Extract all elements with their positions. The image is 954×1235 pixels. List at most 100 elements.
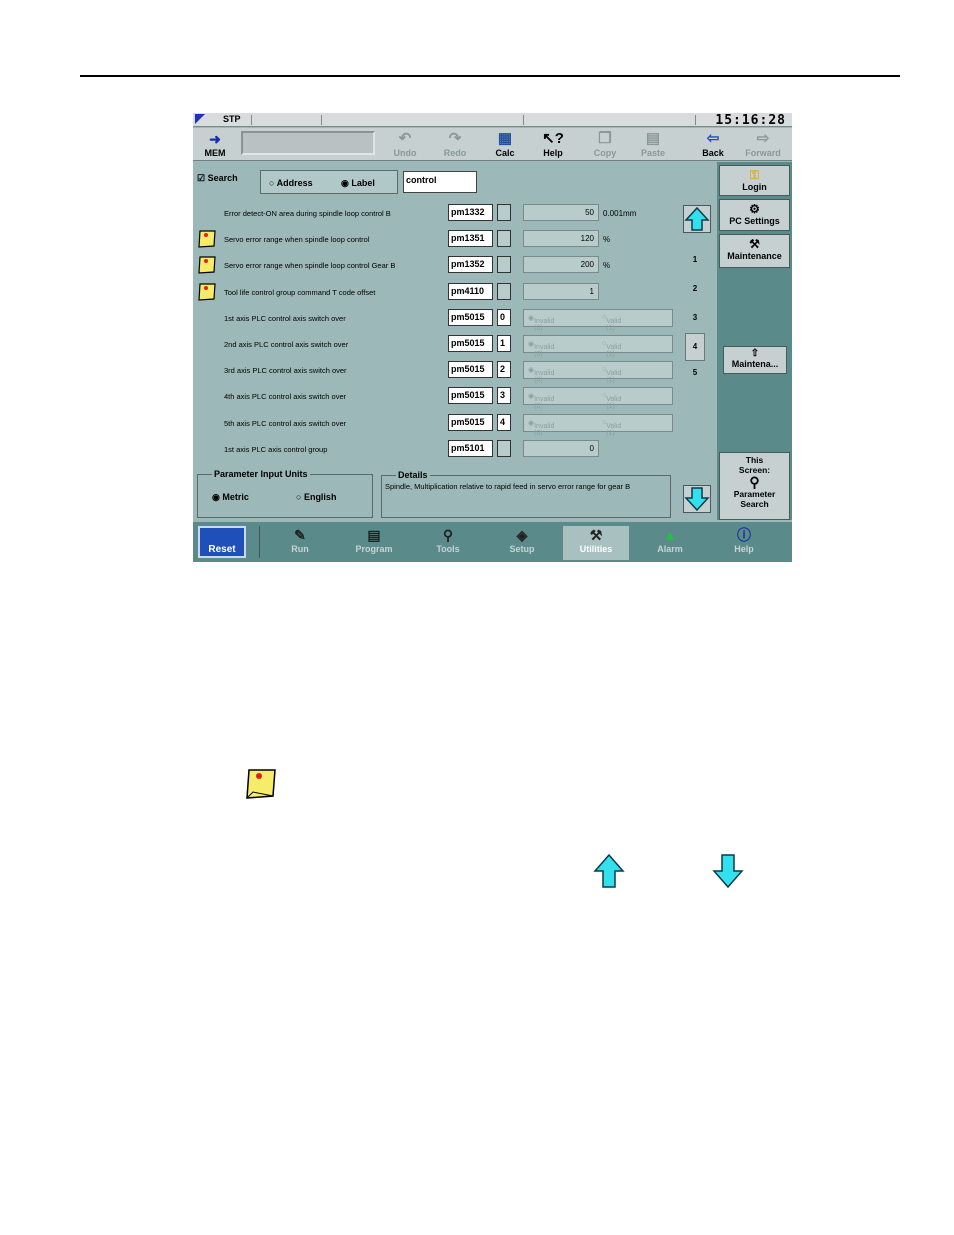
search-checkbox[interactable]: ☑ Search (197, 173, 238, 184)
copy-button[interactable]: ❐ Copy (583, 130, 627, 160)
up-arrow-icon (684, 206, 710, 231)
paste-button[interactable]: ▤ Paste (631, 130, 675, 160)
arrow-in-icon: ➜ (209, 131, 221, 147)
note-icon (246, 769, 276, 799)
param-bit-radio-group: ◉ Invalid (0) ○ Valid (1) (523, 361, 673, 384)
param-bit: 0 (497, 308, 511, 326)
english-label: English (303, 492, 337, 502)
program-icon: ▤ (367, 527, 381, 543)
param-description: 4th axis PLC control axis switch over (224, 392, 347, 402)
param-value-input[interactable]: 1 (523, 282, 599, 300)
pc-settings-label: PC Settings (729, 216, 780, 226)
forward-label: Forward (745, 148, 781, 158)
back-button[interactable]: ⇦ Back (691, 130, 735, 160)
page-number-2[interactable]: 2 (685, 284, 705, 293)
invalid-label: Invalid (0) (534, 344, 555, 358)
login-button[interactable]: ⚿ Login (719, 165, 790, 196)
metric-radio[interactable]: ◉ Metric (212, 492, 249, 503)
invalid-radio[interactable]: ◉ Invalid (0) (528, 340, 554, 358)
param-number: pm4110 (448, 282, 493, 300)
param-value-input[interactable]: 120 (523, 230, 599, 248)
valid-radio[interactable]: ○ Valid (1) (602, 314, 621, 332)
label-radio[interactable]: ◉ Label (341, 178, 375, 189)
details-text: Spindle, Multiplication relative to rapi… (385, 482, 631, 491)
page-number-3[interactable]: 3 (685, 313, 705, 322)
param-bit-radio-group: ◉ Invalid (0) ○ Valid (1) (523, 413, 673, 437)
param-value-input[interactable]: 50 (523, 204, 599, 221)
param-description: Servo error range when spindle loop cont… (224, 261, 396, 271)
english-radio[interactable]: ○ English (296, 492, 336, 502)
nav-run[interactable]: ✎ Run (267, 526, 333, 560)
label-radio-text: Label (351, 178, 375, 188)
pointer-help-icon: ↖? (542, 130, 564, 147)
maintena-button[interactable]: ⇧ Maintena... (723, 346, 787, 374)
parameter-panel: ☑ Search ○ Address ◉ Label control Error… (193, 162, 717, 520)
nav-program[interactable]: ▤ Program (341, 526, 407, 560)
nav-tools[interactable]: ⚲ Tools (415, 526, 481, 560)
back-label: Back (702, 148, 724, 158)
undo-button[interactable]: ↶ Undo (383, 130, 427, 160)
program-name-field[interactable] (241, 131, 375, 155)
valid-label: Valid (1) (606, 422, 622, 437)
page-number-4[interactable]: 4 (685, 333, 705, 361)
param-bit (497, 204, 511, 221)
param-value-input[interactable]: 200 (523, 256, 599, 274)
redo-icon: ↷ (448, 130, 462, 147)
details-group: Details Spindle, Multiplication relative… (381, 470, 671, 518)
divider (523, 115, 524, 125)
this-screen-button[interactable]: This Screen: ⚲ Parameter Search (719, 452, 790, 520)
invalid-radio[interactable]: ◉ Invalid (0) (528, 314, 554, 332)
valid-radio[interactable]: ○ Valid (1) (602, 366, 621, 384)
nav-help[interactable]: ⓘ Help (711, 526, 777, 560)
toolbar: ➜ MEM ↶ Undo ↷ Redo ▦ Calc ↖? Help ❐ Copy ▤ Pa… (193, 128, 792, 161)
nav-program-label: Program (355, 544, 393, 554)
status-bar: STP 15:16:28 (193, 113, 792, 128)
page-number-5[interactable]: 5 (685, 368, 705, 377)
scroll-up-button[interactable] (683, 205, 711, 233)
param-description: Error detect-ON area during spindle loop… (224, 209, 391, 218)
invalid-radio[interactable]: ◉ Invalid (0) (528, 392, 554, 410)
nav-setup[interactable]: ◈ Setup (489, 526, 555, 560)
nav-utilities[interactable]: ⚒ Utilities (563, 526, 629, 560)
valid-radio[interactable]: ○ Valid (1) (602, 340, 621, 358)
this-screen-label-1: This (745, 455, 764, 465)
reset-button[interactable]: Reset (198, 526, 246, 558)
valid-radio[interactable]: ○ Valid (1) (602, 392, 621, 410)
scroll-down-button[interactable] (683, 485, 711, 513)
right-panel: ⚿ Login ⚙ PC Settings ⚒ Maintenance ⇧ Mainte… (717, 162, 792, 520)
down-arrow-icon (712, 854, 744, 889)
page-number-1[interactable]: 1 (685, 255, 705, 264)
invalid-radio[interactable]: ◉ Invalid (0) (528, 419, 554, 437)
help-button[interactable]: ↖? Help (531, 130, 575, 160)
param-unit: 0.001mm (603, 209, 637, 218)
forward-button[interactable]: ⇨ Forward (741, 130, 785, 160)
invalid-radio[interactable]: ◉ Invalid (0) (528, 366, 554, 384)
mem-button[interactable]: ➜ MEM (195, 130, 235, 158)
nav-alarm[interactable]: ▲ Alarm (637, 526, 703, 560)
nav-help-label: Help (734, 544, 754, 554)
param-bit (497, 439, 511, 457)
pc-settings-button[interactable]: ⚙ PC Settings (719, 199, 790, 231)
param-description: Tool life control group command T code o… (224, 287, 376, 297)
search-input[interactable]: control (403, 171, 477, 193)
param-unit: % (603, 261, 611, 271)
param-description: 1st axis PLC axis control group (224, 444, 328, 454)
down-arrow-icon (684, 487, 710, 512)
maintenance-button[interactable]: ⚒ Maintenance (719, 234, 790, 268)
param-number: pm5015 (448, 361, 493, 379)
calc-button[interactable]: ▦ Calc (483, 130, 527, 160)
param-value-input[interactable]: 0 (523, 439, 599, 457)
param-number: pm1352 (448, 256, 493, 274)
copy-label: Copy (593, 148, 617, 158)
calc-label: Calc (495, 148, 515, 158)
nav-tools-label: Tools (436, 544, 460, 554)
param-bit (497, 282, 511, 300)
paste-label: Paste (640, 148, 666, 158)
forward-arrow-icon: ⇨ (756, 130, 770, 147)
cnc-screenshot: STP 15:16:28 ➜ MEM ↶ Undo ↷ Redo ▦ Calc ↖? H… (193, 113, 792, 562)
valid-radio[interactable]: ○ Valid (1) (602, 419, 621, 437)
address-radio[interactable]: ○ Address (269, 178, 313, 188)
mode-indicator: STP (223, 114, 241, 124)
param-unit: % (603, 235, 611, 245)
redo-button[interactable]: ↷ Redo (433, 130, 477, 160)
